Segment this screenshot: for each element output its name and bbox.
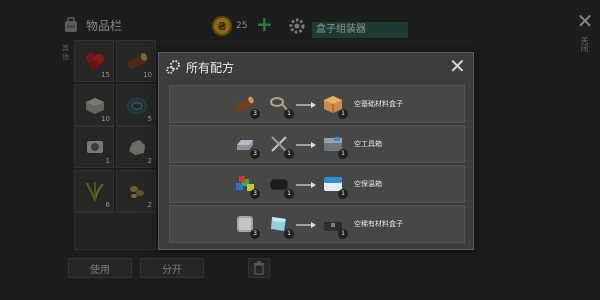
recipe-ingredient: 3 [234,93,260,119]
ingredient-count: 1 [284,189,294,199]
recipe-row[interactable]: 3 1 1 空工具箱 [169,125,465,163]
modal-title: 所有配方 [186,60,235,75]
ingredient-count: 1 [284,149,294,159]
ingredient-count: 3 [250,229,260,239]
recipe-list: 3 1 1 空基础材料盒子 3 1 1 空工具箱 3 1 1 空保温箱 3 1 … [169,85,465,245]
result-count: 1 [338,149,348,159]
modal-header: 所有配方 [159,53,473,81]
recipe-row[interactable]: 3 1 1 空基础材料盒子 [169,85,465,123]
modal-close-button[interactable]: ✕ [449,56,466,76]
recipe-result: 1 [322,93,348,119]
recipes-modal: 所有配方 ✕ 3 1 1 空基础材料盒子 3 1 1 空工具箱 3 1 1 空保… [158,52,474,250]
ingredient-count: 3 [250,149,260,159]
recipe-ingredient: 1 [268,213,294,239]
arrow-right-icon [296,182,316,188]
ingredient-count: 3 [250,189,260,199]
recipe-row[interactable]: 3 1 1 空稀有材料盒子 [169,205,465,243]
ingredient-count: 3 [250,109,260,119]
recipe-row[interactable]: 3 1 1 空保温箱 [169,165,465,203]
recipe-result-label: 空保温箱 [354,180,382,188]
recipe-result-label: 空稀有材料盒子 [354,220,403,228]
ingredient-count: 1 [284,109,294,119]
recipe-ingredient: 1 [268,133,294,159]
recipe-result: 1 [322,133,348,159]
recipe-result: 1 [322,173,348,199]
arrow-right-icon [296,222,316,228]
recipe-result: 1 [322,213,348,239]
arrow-right-icon [296,142,316,148]
result-count: 1 [338,229,348,239]
ingredient-count: 1 [284,229,294,239]
gears-icon [166,60,180,74]
recipe-ingredient: 1 [268,93,294,119]
result-count: 1 [338,109,348,119]
arrow-right-icon [296,102,316,108]
recipe-ingredient: 1 [268,173,294,199]
result-count: 1 [338,189,348,199]
recipe-ingredient: 3 [234,213,260,239]
recipe-ingredient: 3 [234,133,260,159]
recipe-result-label: 空基础材料盒子 [354,100,403,108]
recipe-result-label: 空工具箱 [354,140,382,148]
recipe-ingredient: 3 [234,173,260,199]
